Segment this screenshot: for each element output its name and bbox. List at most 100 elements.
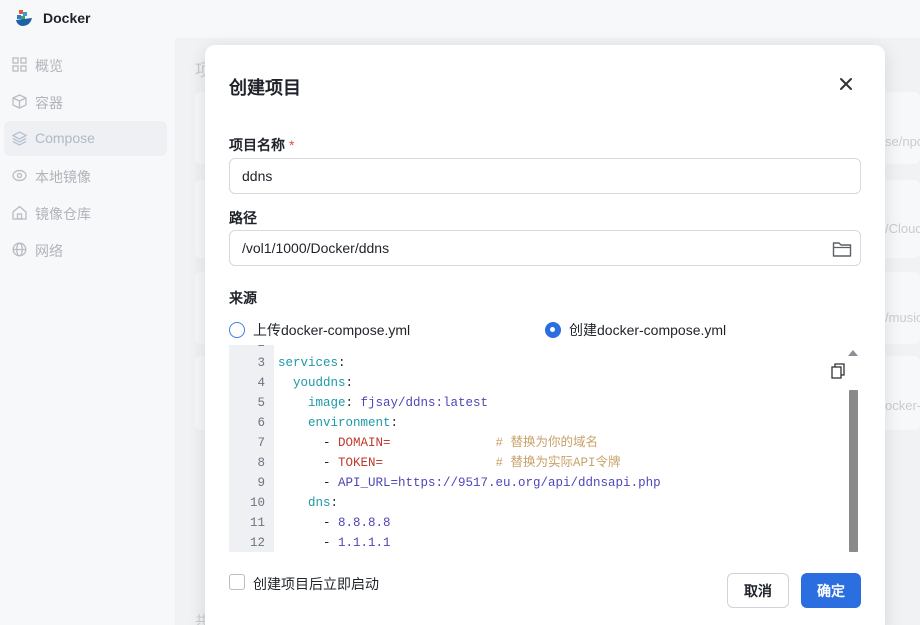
scrollbar-thumb[interactable] bbox=[849, 390, 858, 552]
project-name-input[interactable]: ddns bbox=[229, 158, 861, 194]
path-input[interactable]: /vol1/1000/Docker/ddns bbox=[229, 230, 861, 266]
line-number: 5 bbox=[257, 396, 265, 410]
code-text: services: bbox=[278, 353, 346, 373]
sidebar-item-containers[interactable]: 容器 bbox=[4, 84, 167, 119]
code-line: 3 services: bbox=[229, 353, 849, 373]
code-line: 11 - 8.8.8.8 bbox=[229, 513, 849, 533]
create-project-dialog: 创建项目 项目名称 * ddns 路径 /vol1/1000/Docker/ddn… bbox=[205, 45, 885, 625]
source-upload-radio[interactable]: 上传docker-compose.yml bbox=[229, 320, 410, 340]
code-text: environment: bbox=[278, 413, 398, 433]
code-token: - bbox=[278, 456, 339, 470]
cancel-button[interactable]: 取消 bbox=[727, 573, 789, 608]
code-token: environment bbox=[278, 416, 391, 430]
close-icon[interactable] bbox=[837, 75, 855, 93]
code-text: image: fjsay/ddns:latest bbox=[278, 393, 488, 413]
line-number: 6 bbox=[257, 416, 265, 430]
code-token: fjsay/ddns:latest bbox=[360, 396, 489, 410]
sidebar-item-label: 概览 bbox=[35, 58, 63, 74]
code-text: dns: bbox=[278, 493, 338, 513]
code-token: API_URL=https://9517.eu.org/api/ddnsapi.… bbox=[338, 476, 661, 490]
sidebar: 概览 容器 Compose 本地镜像 镜像仓库 网络 bbox=[0, 38, 175, 625]
line-number: 4 bbox=[257, 376, 265, 390]
sidebar-item-label: 网络 bbox=[35, 243, 63, 259]
autostart-checkbox[interactable] bbox=[229, 574, 245, 590]
compose-code-editor[interactable]: 23services:4 youddns:5 image: fjsay/ddns… bbox=[229, 345, 859, 552]
code-line: 12 - 1.1.1.1 bbox=[229, 533, 849, 552]
source-label: 来源 bbox=[229, 290, 257, 306]
disc-icon bbox=[12, 169, 27, 182]
code-token: youddns bbox=[278, 376, 346, 390]
project-path: /Cloud bbox=[885, 221, 920, 236]
path-label: 路径 bbox=[229, 210, 257, 226]
code-token: : bbox=[390, 416, 399, 430]
project-path: /music bbox=[885, 310, 920, 325]
line-number: 10 bbox=[249, 496, 265, 510]
sidebar-item-registry[interactable]: 镜像仓库 bbox=[4, 195, 167, 230]
code-token: : bbox=[338, 356, 346, 370]
sidebar-item-local-images[interactable]: 本地镜像 bbox=[4, 158, 167, 193]
code-line: 4 youddns: bbox=[229, 373, 849, 393]
code-text: - DOMAIN= # 替换为你的域名 bbox=[278, 433, 598, 453]
code-line: 6 environment: bbox=[229, 413, 849, 433]
sidebar-item-network[interactable]: 网络 bbox=[4, 232, 167, 267]
code-text: youddns: bbox=[278, 373, 353, 393]
line-number: 12 bbox=[249, 536, 265, 550]
project-path: ocker- bbox=[885, 398, 920, 413]
app-title: Docker bbox=[43, 10, 91, 26]
dialog-title: 创建项目 bbox=[229, 78, 301, 98]
project-path: se/npo bbox=[885, 134, 920, 149]
code-token: - bbox=[278, 536, 339, 550]
source-create-radio[interactable]: 创建docker-compose.yml bbox=[545, 320, 726, 340]
sidebar-item-label: 本地镜像 bbox=[35, 169, 91, 185]
line-number: 7 bbox=[257, 436, 265, 450]
code-token: TOKEN= bbox=[338, 456, 384, 470]
radio-label: 上传docker-compose.yml bbox=[253, 322, 411, 338]
code-text: - 8.8.8.8 bbox=[278, 513, 391, 533]
sidebar-item-compose[interactable]: Compose bbox=[4, 121, 167, 156]
copy-icon[interactable] bbox=[831, 363, 845, 379]
line-number: 8 bbox=[257, 456, 265, 470]
globe-icon bbox=[12, 242, 27, 257]
sidebar-item-label: 容器 bbox=[35, 95, 63, 111]
grid-icon bbox=[12, 57, 27, 72]
code-line: 2 bbox=[229, 345, 849, 353]
sidebar-item-label: Compose bbox=[35, 130, 95, 146]
home-icon bbox=[12, 205, 27, 220]
confirm-button[interactable]: 确定 bbox=[801, 573, 861, 608]
sidebar-item-overview[interactable]: 概览 bbox=[4, 47, 167, 82]
code-token: 8.8.8.8 bbox=[338, 516, 391, 530]
code-token: - bbox=[278, 476, 339, 490]
code-token: # 替换为实际API令牌 bbox=[383, 456, 621, 470]
code-token: DOMAIN= bbox=[338, 436, 391, 450]
scroll-up-arrow-icon[interactable] bbox=[848, 350, 858, 356]
code-line: 10 dns: bbox=[229, 493, 849, 513]
radio-button[interactable] bbox=[545, 322, 561, 338]
code-line: 8 - TOKEN= # 替换为实际API令牌 bbox=[229, 453, 849, 473]
code-text: - TOKEN= # 替换为实际API令牌 bbox=[278, 453, 621, 473]
code-token: # 替换为你的域名 bbox=[390, 436, 599, 450]
line-number: 2 bbox=[229, 345, 265, 353]
code-token: image bbox=[278, 396, 346, 410]
code-token: services bbox=[278, 356, 339, 370]
code-text: - API_URL=https://9517.eu.org/api/ddnsap… bbox=[278, 473, 661, 493]
docker-whale-icon bbox=[16, 10, 32, 26]
line-number: 3 bbox=[257, 356, 265, 370]
code-line: 9 - API_URL=https://9517.eu.org/api/ddns… bbox=[229, 473, 849, 493]
code-token: : bbox=[345, 376, 354, 390]
line-number: 9 bbox=[257, 476, 265, 490]
line-number: 11 bbox=[249, 516, 265, 530]
layers-icon bbox=[12, 131, 27, 146]
code-line: 5 image: fjsay/ddns:latest bbox=[229, 393, 849, 413]
top-bar: Docker bbox=[0, 0, 920, 38]
sidebar-item-label: 镜像仓库 bbox=[35, 206, 91, 222]
folder-icon[interactable] bbox=[832, 240, 852, 258]
cube-icon bbox=[12, 94, 27, 109]
radio-button[interactable] bbox=[229, 322, 245, 338]
code-token: dns bbox=[278, 496, 331, 510]
code-token: : bbox=[330, 496, 339, 510]
code-token: - bbox=[278, 436, 339, 450]
radio-label: 创建docker-compose.yml bbox=[569, 322, 727, 338]
code-token: 1.1.1.1 bbox=[338, 536, 391, 550]
project-name-label: 项目名称 * bbox=[229, 137, 295, 153]
code-token: - bbox=[278, 516, 339, 530]
